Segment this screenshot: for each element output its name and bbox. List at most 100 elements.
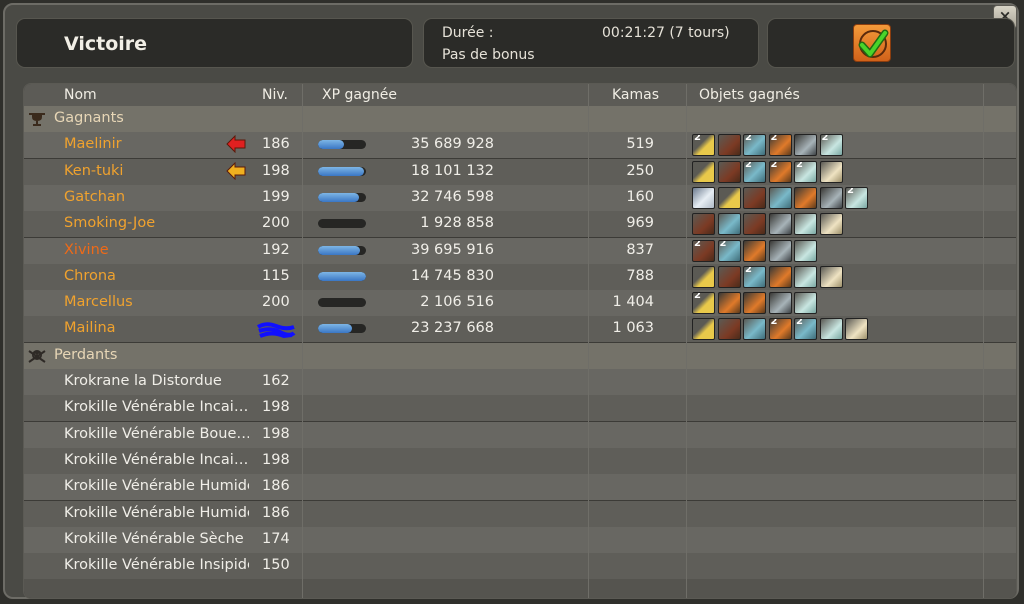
player-name[interactable]: Ken-tuki — [64, 163, 249, 179]
item-gray-icon[interactable] — [819, 186, 843, 209]
item-gray-icon[interactable] — [768, 239, 792, 262]
table-row[interactable]: Chrona 115 14 745 830 788 2 — [24, 263, 1016, 290]
player-name[interactable]: Chrona — [64, 268, 249, 284]
item-blue-icon[interactable] — [743, 318, 766, 341]
table-row[interactable]: Smoking-Joe 200 1 928 858 969 — [24, 211, 1016, 238]
item-orange-icon[interactable] — [768, 265, 792, 288]
table-row[interactable]: Krokille Vénérable Humide 186 — [24, 500, 1016, 527]
item-ghost-icon[interactable]: 2 — [819, 134, 843, 157]
item-orange-icon[interactable] — [717, 292, 741, 315]
item-paper-icon[interactable] — [819, 160, 843, 183]
monster-name[interactable]: Krokille Vénérable Sèche — [64, 531, 249, 547]
column-header-xp[interactable]: XP gagnée — [322, 87, 397, 103]
monster-name[interactable]: Krokille Vénérable Humide — [64, 478, 249, 494]
item-blue-icon[interactable]: 2 — [743, 265, 766, 288]
item-paper-icon[interactable] — [819, 213, 843, 236]
confirm-panel — [767, 18, 1015, 68]
duration-value: 00:21:27 (7 tours) — [602, 25, 730, 41]
xp-gained: 39 695 916 — [410, 241, 494, 258]
player-name[interactable]: Maelinir — [64, 136, 249, 152]
monster-name[interactable]: Krokille Vénérable Insipide — [64, 557, 249, 573]
item-gray-icon[interactable] — [794, 134, 817, 157]
item-wing-icon[interactable] — [692, 265, 715, 288]
kamas-gained: 519 — [626, 136, 654, 153]
table-row[interactable]: Krokille Vénérable Sèche 174 — [24, 526, 1016, 553]
item-wing-icon[interactable]: 2 — [692, 292, 715, 315]
item-wing-icon[interactable] — [692, 318, 715, 341]
item-meat-icon[interactable] — [692, 213, 715, 236]
item-meat-icon[interactable] — [717, 265, 741, 288]
xp-progress-bar — [318, 219, 366, 229]
monster-name[interactable]: Krokille Vénérable Incai… — [64, 452, 249, 468]
xp-gained: 32 746 598 — [410, 188, 494, 205]
confirm-button[interactable] — [853, 24, 891, 62]
item-quantity: 2 — [694, 239, 701, 249]
xp-progress-bar — [318, 140, 366, 150]
item-quantity: 2 — [847, 186, 854, 196]
item-blue-icon[interactable] — [768, 186, 792, 209]
column-header-level[interactable]: Niv. — [262, 87, 288, 103]
item-meat-icon[interactable] — [717, 160, 741, 183]
item-ghost-icon[interactable] — [794, 292, 817, 315]
item-meat-icon[interactable]: 2 — [692, 239, 715, 262]
player-name[interactable]: Gatchan — [64, 189, 249, 205]
item-ghost-icon[interactable]: 2 — [794, 160, 817, 183]
item-ghost-icon[interactable] — [794, 265, 817, 288]
item-gray-icon[interactable] — [768, 292, 792, 315]
item-ghost-icon[interactable] — [794, 239, 817, 262]
item-blue-icon[interactable] — [717, 213, 741, 236]
table-row[interactable]: Marcellus 200 2 106 516 1 404 2 — [24, 290, 1016, 317]
item-ghost-icon[interactable]: 2 — [845, 186, 868, 209]
item-orange-icon[interactable] — [743, 292, 766, 315]
item-orange-icon[interactable]: 2 — [768, 160, 792, 183]
item-orange-icon[interactable]: 2 — [768, 318, 792, 341]
table-row[interactable]: Maelinir 186 35 689 928 519 2 2 2 2 — [24, 132, 1016, 159]
table-row[interactable]: Xivine 192 39 695 916 837 2 2 — [24, 237, 1016, 264]
item-meat-icon[interactable] — [717, 134, 741, 157]
column-header-items[interactable]: Objets gagnés — [699, 87, 800, 103]
item-paper-icon[interactable] — [845, 318, 868, 341]
table-row[interactable]: Krokrane la Distordue 162 — [24, 369, 1016, 395]
item-blue-icon[interactable]: 2 — [743, 134, 766, 157]
redacted-level — [256, 321, 296, 339]
item-blue-icon[interactable]: 2 — [743, 160, 766, 183]
item-ghost-icon[interactable] — [794, 213, 817, 236]
column-header-name[interactable]: Nom — [64, 87, 97, 103]
item-orange-icon[interactable]: 2 — [768, 134, 792, 157]
item-meat-icon[interactable] — [717, 318, 741, 341]
table-row[interactable]: Gatchan 199 32 746 598 160 2 — [24, 184, 1016, 211]
column-header-kamas[interactable]: Kamas — [612, 87, 659, 103]
item-meat-icon[interactable] — [743, 213, 766, 236]
item-scroll-icon[interactable] — [692, 186, 715, 209]
table-row[interactable]: Krokille Vénérable Boue… 198 — [24, 421, 1016, 448]
player-name[interactable]: Mailina — [64, 320, 249, 336]
item-wing-icon[interactable] — [692, 160, 715, 183]
kamas-gained: 250 — [626, 162, 654, 179]
item-gray-icon[interactable] — [768, 213, 792, 236]
item-meat-icon[interactable] — [743, 186, 766, 209]
table-row[interactable]: Krokille Vénérable Insipide 150 — [24, 553, 1016, 580]
title-panel: Victoire — [16, 18, 413, 68]
table-row[interactable]: Mailina 23 237 668 1 063 2 2 — [24, 316, 1016, 343]
table-row[interactable]: Krokille Vénérable Humide 186 — [24, 474, 1016, 501]
table-row[interactable]: Krokille Vénérable Incai… 198 — [24, 395, 1016, 422]
table-row[interactable]: Krokille Vénérable Incai… 198 — [24, 447, 1016, 474]
monster-name[interactable]: Krokille Vénérable Humide — [64, 505, 249, 521]
section-row: Perdants — [24, 342, 1016, 369]
item-paper-icon[interactable] — [819, 265, 843, 288]
player-name[interactable]: Xivine — [64, 242, 249, 258]
item-blue-icon[interactable]: 2 — [717, 239, 741, 262]
item-orange-icon[interactable] — [794, 186, 817, 209]
monster-name[interactable]: Krokrane la Distordue — [64, 373, 249, 389]
item-wing-icon[interactable]: 2 — [692, 134, 715, 157]
item-ghost-icon[interactable] — [819, 318, 843, 341]
item-blue-icon[interactable]: 2 — [794, 318, 817, 341]
table-row[interactable]: Ken-tuki 198 18 101 132 250 2 2 2 — [24, 158, 1016, 185]
fight-result-window: × Victoire Durée : 00:21:27 (7 tours) Pa… — [3, 3, 1019, 599]
player-name[interactable]: Smoking-Joe — [64, 215, 249, 231]
player-name[interactable]: Marcellus — [64, 294, 249, 310]
item-orange-icon[interactable] — [743, 239, 766, 262]
item-wing-icon[interactable] — [717, 186, 741, 209]
monster-name[interactable]: Krokille Vénérable Incai… — [64, 399, 249, 415]
monster-name[interactable]: Krokille Vénérable Boue… — [64, 426, 249, 442]
